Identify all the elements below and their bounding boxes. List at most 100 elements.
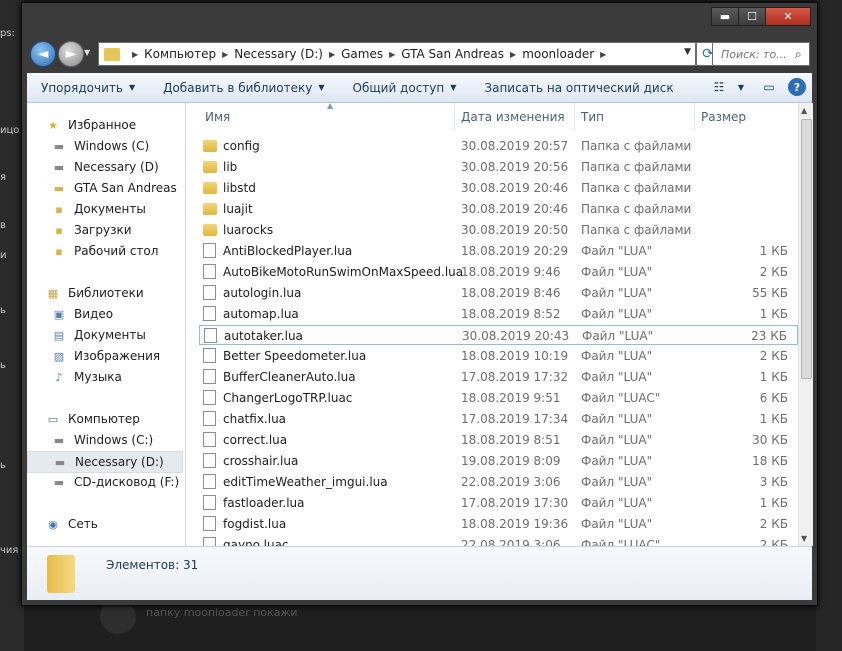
navigation-pane: ★ Избранное ▬ Windows (C) ▬ Necessary (D) ▬ GTA… — [27, 103, 186, 546]
file-row[interactable]: editTimeWeather_imgui.lua 22.08.2019 3:06… — [199, 472, 798, 492]
scroll-down-icon[interactable]: ▼ — [801, 534, 807, 543]
nav-favorites[interactable]: ★ Избранное — [27, 115, 185, 135]
breadcrumb-separator-icon[interactable]: ▶ — [329, 50, 335, 59]
file-name: fastloader.lua — [223, 496, 305, 510]
nav-favorite-item[interactable]: ▬ Windows (C) — [27, 136, 185, 156]
nav-library-item[interactable]: ▤ Документы — [27, 325, 185, 345]
search-input[interactable] — [719, 46, 795, 62]
share-button[interactable]: Общий доступ ▼ — [339, 81, 471, 95]
file-type: Файл "LUA" — [581, 454, 653, 468]
scrollbar-thumb[interactable] — [801, 119, 812, 379]
view-options-icon[interactable]: ☷ — [710, 78, 728, 96]
breadcrumb-item[interactable]: Necessary (D:) — [234, 47, 323, 61]
file-row[interactable]: Better Speedometer.lua 18.08.2019 10:19 Фа… — [199, 346, 798, 366]
file-row[interactable]: lib 30.08.2019 20:56 Папка с файлами — [199, 157, 798, 177]
organize-button[interactable]: Упорядочить ▼ — [27, 81, 149, 95]
column-header-size[interactable]: Размер — [695, 103, 798, 130]
nav-favorite-item[interactable]: ▪ Документы — [27, 199, 185, 219]
help-icon[interactable]: ? — [788, 78, 806, 96]
nav-label: Windows (C:) — [74, 433, 154, 447]
file-size: 2 КБ — [759, 349, 788, 363]
file-row[interactable]: luajit 30.08.2019 20:46 Папка с файлами — [199, 199, 798, 219]
nav-drive-item[interactable]: ▬ Windows (C:) — [27, 430, 185, 450]
file-icon — [203, 390, 216, 405]
breadcrumb-item[interactable]: Компьютер — [144, 47, 216, 61]
back-button[interactable]: ◄ — [30, 41, 56, 67]
nav-favorite-item[interactable]: ▪ Рабочий стол — [27, 241, 185, 261]
file-row[interactable]: crosshair.lua 19.08.2019 8:09 Файл "LUA" 18… — [199, 451, 798, 471]
nav-library-item[interactable]: ▨ Изображения — [27, 346, 185, 366]
add-to-library-label: Добавить в библиотеку — [163, 80, 313, 95]
folder-icon — [203, 224, 217, 236]
forward-button[interactable]: ► — [58, 41, 84, 67]
breadcrumb-item[interactable]: GTA San Andreas — [401, 47, 504, 61]
file-name: autotaker.lua — [224, 329, 303, 343]
recent-pages-dropdown[interactable]: ▼ — [84, 48, 90, 57]
file-row[interactable]: fastloader.lua 17.08.2019 17:30 Файл "LUA"… — [199, 493, 798, 513]
file-row[interactable]: chatfix.lua 17.08.2019 17:34 Файл "LUA" 1 К… — [199, 409, 798, 429]
burn-button[interactable]: Записать на оптический диск — [470, 81, 687, 95]
breadcrumb-separator-icon[interactable]: ▶ — [222, 50, 228, 59]
add-to-library-button[interactable]: Добавить в библиотеку ▼ — [149, 81, 338, 95]
file-date: 18.08.2019 9:46 — [461, 265, 561, 279]
nav-libraries[interactable]: ▦ Библиотеки — [27, 283, 185, 303]
file-date: 17.08.2019 17:32 — [461, 370, 569, 384]
file-name: AutoBikeMotoRunSwimOnMaxSpeed.lua — [223, 265, 464, 279]
file-name: ChangerLogoTRP.luac — [223, 391, 353, 405]
file-row[interactable]: BufferCleanerAuto.lua 17.08.2019 17:32 Фай… — [199, 367, 798, 387]
file-row[interactable]: config 30.08.2019 20:57 Папка с файлами — [199, 136, 798, 156]
nav-computer[interactable]: ▭ Компьютер — [27, 409, 185, 429]
nav-item-icon: ▬ — [53, 181, 65, 195]
background-window-right — [816, 0, 842, 651]
file-row[interactable]: autologin.lua 18.08.2019 8:46 Файл "LUA" 55… — [199, 283, 798, 303]
chevron-down-icon: ▼ — [450, 83, 457, 92]
breadcrumb-separator-icon[interactable]: ▶ — [389, 50, 395, 59]
file-name: chatfix.lua — [223, 412, 287, 426]
column-header-name[interactable]: Имя ▲ — [199, 103, 455, 130]
file-name: autologin.lua — [223, 286, 302, 300]
maximize-button[interactable]: ☐ — [738, 7, 766, 26]
scroll-up-icon[interactable]: ▲ — [801, 106, 807, 115]
file-row[interactable]: correct.lua 18.08.2019 8:51 Файл "LUA" 30 К… — [199, 430, 798, 450]
nav-drive-item[interactable]: ▬ CD-дисковод (F:) — [27, 472, 185, 492]
chevron-down-icon[interactable]: ▼ — [732, 78, 750, 96]
column-header-date[interactable]: Дата изменения — [455, 103, 575, 130]
column-header-type[interactable]: Тип — [575, 103, 695, 130]
file-name: automap.lua — [223, 307, 299, 321]
breadcrumb-separator-icon[interactable]: ▶ — [132, 50, 138, 59]
nav-favorite-item[interactable]: ▬ GTA San Andreas — [27, 178, 185, 198]
nav-favorite-item[interactable]: ▬ Necessary (D) — [27, 157, 185, 177]
nav-library-item[interactable]: ▣ Видео — [27, 304, 185, 324]
breadcrumb-item[interactable]: Games — [341, 47, 383, 61]
file-row[interactable]: AutoBikeMotoRunSwimOnMaxSpeed.lua 18.08.2… — [199, 262, 798, 282]
file-date: 18.08.2019 8:46 — [461, 286, 561, 300]
nav-network[interactable]: ◉ Сеть — [27, 514, 185, 534]
breadcrumb-item[interactable]: moonloader — [522, 47, 594, 61]
close-button[interactable]: ✕ — [765, 7, 811, 26]
preview-pane-icon[interactable]: ▭ — [760, 78, 778, 96]
vertical-scrollbar[interactable]: ▲ ▼ — [798, 103, 813, 546]
file-row[interactable]: luarocks 30.08.2019 20:50 Папка с файлами — [199, 220, 798, 240]
file-name: editTimeWeather_imgui.lua — [223, 475, 388, 489]
file-row[interactable]: automap.lua 18.08.2019 8:52 Файл "LUA" 1 КБ — [199, 304, 798, 324]
chevron-down-icon[interactable]: ▼ — [684, 47, 691, 57]
file-date: 18.08.2019 20:29 — [461, 244, 569, 258]
file-row[interactable]: autotaker.lua 30.08.2019 20:43 Файл "LUA" 2… — [199, 325, 798, 345]
nav-section-icon: ▭ — [47, 412, 59, 426]
file-row[interactable]: libstd 30.08.2019 20:46 Папка с файлами — [199, 178, 798, 198]
minimize-button[interactable]: ▬ — [711, 7, 739, 26]
nav-favorite-item[interactable]: ▪ Загрузки — [27, 220, 185, 240]
file-row[interactable]: fogdist.lua 18.08.2019 19:36 Файл "LUA" 2 К… — [199, 514, 798, 534]
breadcrumb-separator-icon[interactable]: ▶ — [510, 50, 516, 59]
nav-drive-item[interactable]: ▬ Necessary (D:) — [27, 451, 183, 473]
address-bar[interactable]: ▶ Компьютер ▶ Necessary (D:) ▶ Games ▶ GTA San … — [98, 42, 696, 66]
file-row[interactable]: gayno.luac 22.08.2019 3:06 Файл "LUAC" 2 КБ — [199, 535, 798, 546]
file-size: 23 КБ — [751, 329, 787, 343]
search-box[interactable]: ⌕ — [712, 42, 810, 66]
file-row[interactable]: AntiBlockedPlayer.lua 18.08.2019 20:29 Фай… — [199, 241, 798, 261]
file-row[interactable]: ChangerLogoTRP.luac 18.08.2019 9:51 Файл "… — [199, 388, 798, 408]
file-name: Better Speedometer.lua — [223, 349, 367, 363]
chevron-down-icon: ▼ — [318, 83, 325, 92]
nav-library-item[interactable]: ♪ Музыка — [27, 367, 185, 387]
breadcrumb-separator-icon[interactable]: ▶ — [600, 50, 606, 59]
